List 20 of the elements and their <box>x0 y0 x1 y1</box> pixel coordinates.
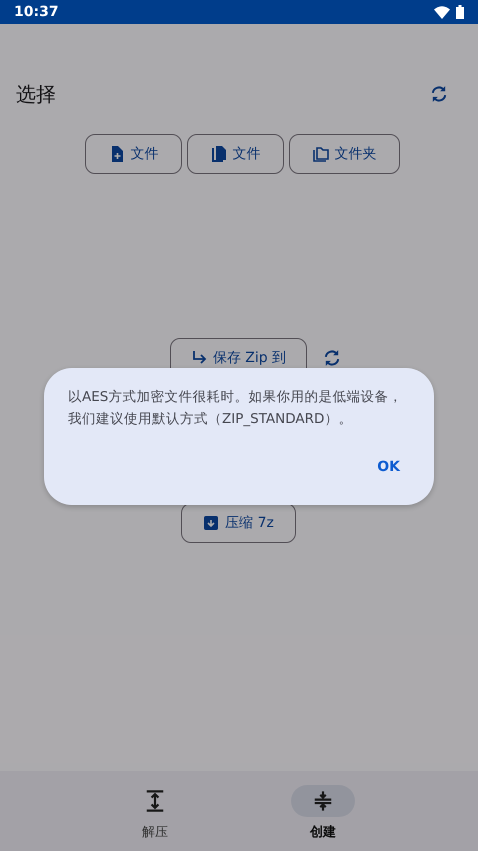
archive-icon <box>203 515 220 531</box>
battery-icon <box>456 5 464 19</box>
section-title: 选择 <box>16 80 56 108</box>
refresh-icon[interactable] <box>323 349 341 367</box>
refresh-icon[interactable] <box>430 85 448 103</box>
turn-arrow-icon <box>190 350 207 366</box>
nav-label: 创建 <box>310 824 336 841</box>
folder-icon <box>312 146 328 162</box>
status-time: 10:37 <box>14 4 59 20</box>
select-file-button[interactable]: 文件 <box>187 134 284 174</box>
expand-icon <box>144 790 166 812</box>
select-file-button[interactable]: 文件 <box>85 134 182 174</box>
compress-icon <box>312 790 334 812</box>
select-folder-button[interactable]: 文件夹 <box>289 134 400 174</box>
ok-button[interactable]: OK <box>365 455 412 479</box>
wifi-icon <box>434 6 450 18</box>
dialog-message: 以AES方式加密文件很耗时。如果你用的是低端设备，我们建议使用默认方式（ZIP_STANDARD）。 <box>68 388 404 429</box>
documents-icon <box>210 146 226 162</box>
nav-label: 解压 <box>142 824 168 841</box>
nav-tab[interactable] <box>291 785 355 817</box>
